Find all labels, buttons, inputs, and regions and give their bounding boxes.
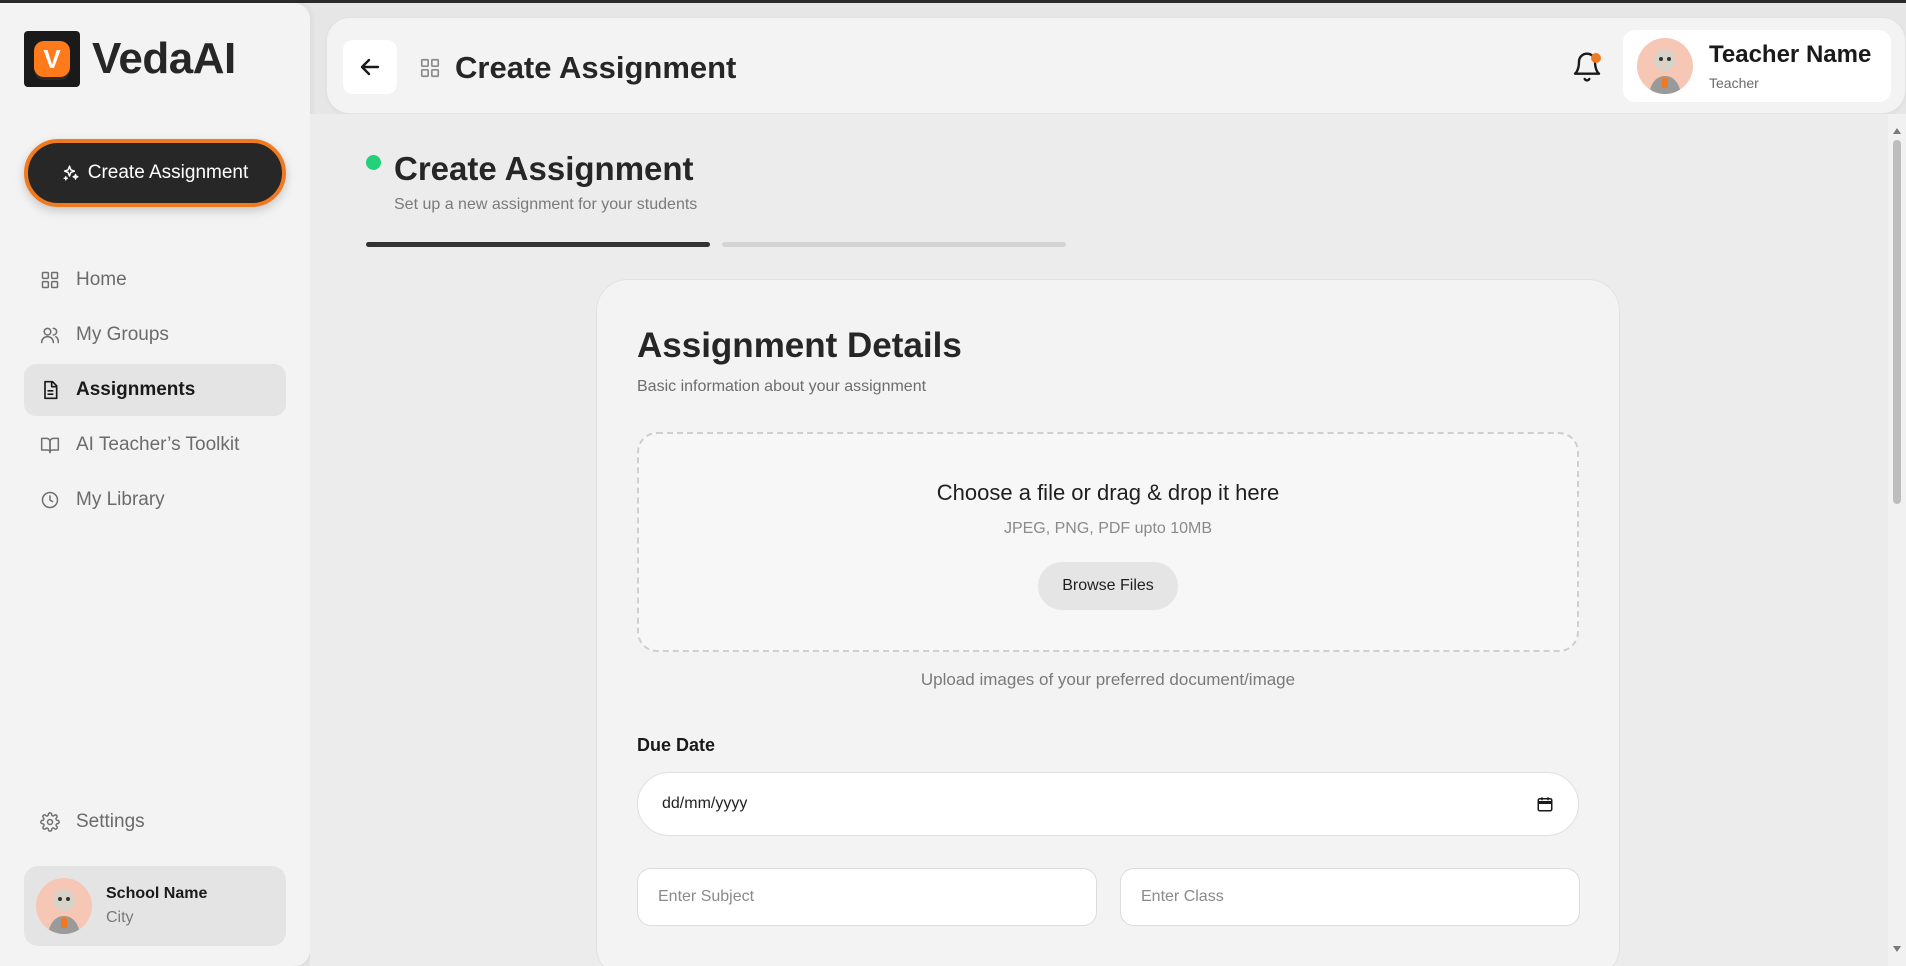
user-name: Teacher Name [1709, 41, 1872, 68]
scroll-up-arrow[interactable] [1893, 128, 1901, 134]
scroll-down-arrow[interactable] [1893, 946, 1901, 952]
sidebar: V VedaAI Create Assignment Home My Group… [0, 3, 310, 966]
due-date-placeholder: dd/mm/yyyy [662, 795, 748, 812]
sidebar-item-settings[interactable]: Settings [24, 796, 286, 848]
book-icon [40, 435, 60, 455]
school-card[interactable]: School Name City [24, 866, 286, 946]
sidebar-item-label: My Groups [76, 324, 169, 345]
page-subtitle: Set up a new assignment for your student… [394, 196, 698, 213]
progress-step-2 [722, 242, 1066, 247]
calendar-icon[interactable] [1536, 795, 1554, 813]
status-dot [366, 155, 381, 170]
back-button[interactable] [343, 40, 397, 94]
scroll-thumb[interactable] [1893, 140, 1901, 504]
due-date-input[interactable]: dd/mm/yyyy [637, 772, 1579, 836]
header-title: Create Assignment [455, 50, 737, 85]
class-input[interactable] [1120, 868, 1580, 926]
grid-icon [40, 270, 60, 290]
gear-icon [40, 812, 60, 832]
notification-dot [1591, 53, 1601, 63]
card-subtitle: Basic information about your assignment [637, 378, 927, 395]
dropzone-hint: JPEG, PNG, PDF upto 10MB [1003, 520, 1213, 537]
logo-mark: V [34, 41, 70, 77]
file-dropzone[interactable]: Choose a file or drag & drop it here JPE… [637, 432, 1579, 652]
users-icon [40, 325, 60, 345]
avatar [1637, 38, 1693, 94]
sidebar-item-label: Home [76, 269, 127, 290]
notifications-button[interactable] [1571, 51, 1603, 83]
sidebar-item-label: Assignments [76, 379, 196, 400]
sidebar-settings: Settings [24, 796, 286, 851]
dropzone-title: Choose a file or drag & drop it here [936, 480, 1280, 505]
school-city: City [106, 909, 134, 926]
sidebar-item-my-library[interactable]: My Library [24, 474, 286, 526]
create-assignment-button[interactable]: Create Assignment [24, 139, 286, 207]
card-title: Assignment Details [637, 326, 962, 365]
user-role: Teacher [1709, 75, 1759, 91]
page-title: Create Assignment [394, 150, 694, 187]
sidebar-item-home[interactable]: Home [24, 254, 286, 306]
clock-icon [40, 490, 60, 510]
arrow-left-icon [360, 58, 380, 76]
school-name: School Name [106, 885, 208, 902]
sidebar-nav: Home My Groups Assignments AI Teacher’s … [24, 254, 286, 529]
school-avatar [36, 878, 92, 934]
progress-step-1 [366, 242, 710, 247]
logo: V [24, 31, 80, 87]
brand[interactable]: V VedaAI [24, 31, 236, 87]
create-assignment-label: Create Assignment [87, 162, 249, 183]
user-profile[interactable]: Teacher Name Teacher [1623, 30, 1891, 102]
subject-input[interactable] [637, 868, 1097, 926]
sparkles-icon [63, 165, 79, 181]
top-header: Create Assignment Teacher Name Teacher [326, 17, 1906, 114]
upload-hint: Upload images of your preferred document… [920, 670, 1296, 689]
browse-files-button[interactable]: Browse Files [1038, 562, 1178, 610]
scrollbar[interactable] [1888, 114, 1906, 966]
grid-icon [419, 57, 441, 79]
sidebar-item-label: My Library [76, 489, 165, 510]
document-icon [40, 380, 60, 400]
brand-name: VedaAI [92, 34, 236, 83]
sidebar-item-ai-teachers-toolkit[interactable]: AI Teacher’s Toolkit [24, 419, 286, 471]
assignment-details-card: Assignment Details Basic information abo… [596, 279, 1620, 966]
sidebar-item-label: Settings [76, 811, 145, 832]
sidebar-item-label: AI Teacher’s Toolkit [76, 434, 240, 455]
sidebar-item-my-groups[interactable]: My Groups [24, 309, 286, 361]
sidebar-item-assignments[interactable]: Assignments [24, 364, 286, 416]
due-date-label: Due Date [637, 735, 716, 755]
